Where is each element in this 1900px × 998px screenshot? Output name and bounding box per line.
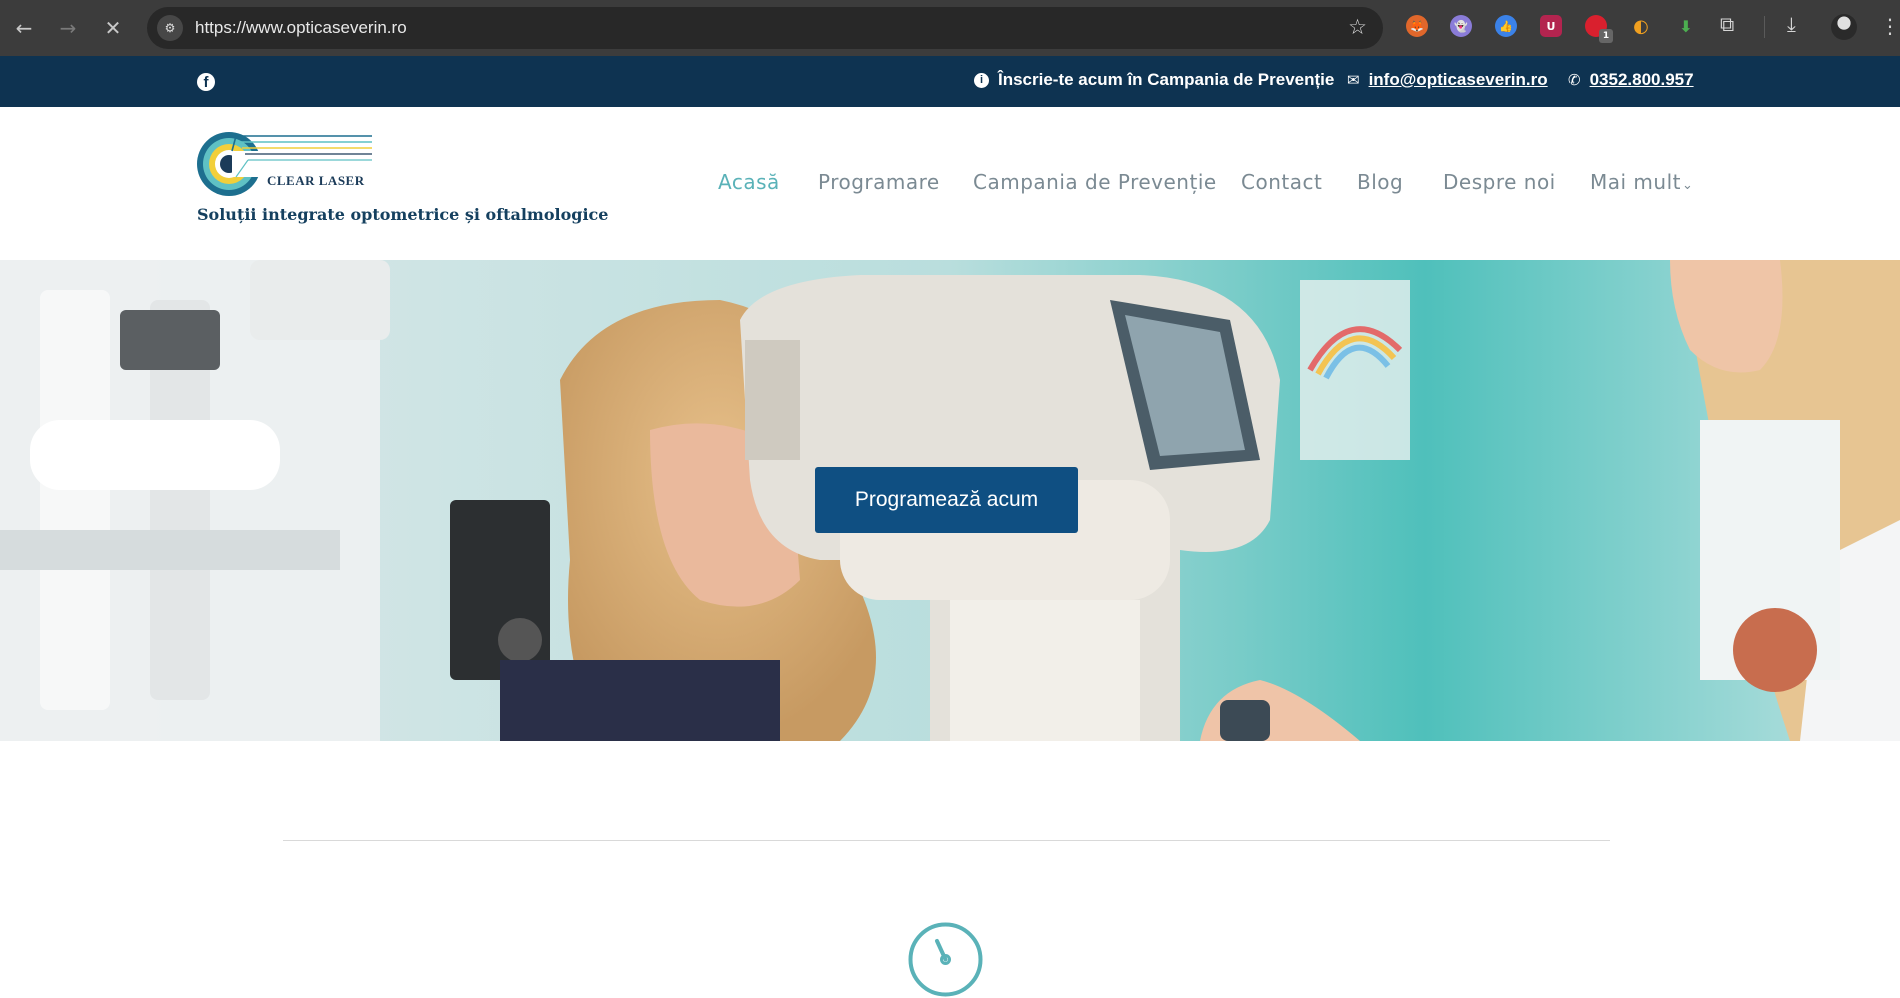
extension-badge: 1	[1599, 29, 1613, 43]
nav-contact[interactable]: Contact	[1241, 170, 1322, 194]
nav-booking[interactable]: Programare	[818, 170, 940, 194]
book-now-button[interactable]: Programează acum	[815, 467, 1078, 533]
nav-more-label[interactable]: Mai mult	[1590, 170, 1681, 194]
profile-avatar[interactable]	[1831, 14, 1857, 40]
clock-icon	[908, 922, 983, 997]
thumbs-up-extension-icon[interactable]: 👍	[1495, 15, 1517, 37]
nav-campaign[interactable]: Campania de Prevenție	[973, 170, 1217, 194]
facebook-icon[interactable]: f	[197, 73, 215, 91]
fox-extension-icon[interactable]: 🦊	[1406, 15, 1428, 37]
extensions-puzzle-icon[interactable]: ⧉	[1720, 12, 1734, 36]
shield-extension-icon[interactable]: U	[1540, 15, 1562, 37]
nav-home[interactable]: Acasă	[718, 170, 780, 194]
site-info-icon[interactable]: ⚙	[157, 15, 183, 41]
campaign-link[interactable]: i Înscrie-te acum în Campania de Prevenț…	[974, 70, 1334, 90]
nav-about[interactable]: Despre noi	[1443, 170, 1556, 194]
email-text[interactable]: info@opticaseverin.ro	[1369, 70, 1548, 90]
stop-loading-icon[interactable]: ✕	[95, 10, 131, 46]
nav-blog[interactable]: Blog	[1357, 170, 1403, 194]
mail-icon: ✉	[1347, 71, 1360, 89]
ghost-extension-icon[interactable]: 👻	[1450, 15, 1472, 37]
bookmark-star-icon[interactable]: ☆	[1348, 15, 1367, 39]
browser-menu-icon[interactable]: ⋮	[1880, 14, 1900, 38]
phone-icon: ✆	[1568, 71, 1581, 89]
info-icon: i	[974, 72, 989, 88]
chevron-down-icon: ⌄	[1681, 178, 1694, 193]
section-divider	[283, 840, 1610, 841]
logo-wordmark: CLEAR LASER	[267, 173, 365, 188]
phone-link[interactable]: ✆ 0352.800.957	[1568, 70, 1694, 90]
site-header: CLEAR LASER Soluții integrate optometric…	[0, 107, 1900, 260]
top-info-bar: f i Înscrie-te acum în Campania de Preve…	[0, 56, 1900, 107]
crescent-extension-icon[interactable]: ◐	[1630, 15, 1652, 37]
phone-text[interactable]: 0352.800.957	[1590, 70, 1694, 90]
url-text[interactable]: https://www.opticaseverin.ro	[195, 18, 407, 38]
red-extension-icon[interactable]: 1	[1585, 15, 1613, 43]
back-arrow-icon[interactable]: ←	[6, 10, 42, 46]
browser-toolbar: ← → ✕ ⚙ https://www.opticaseverin.ro ☆ 🦊…	[0, 0, 1900, 56]
email-link[interactable]: ✉ info@opticaseverin.ro	[1347, 70, 1548, 90]
toolbar-separator	[1764, 16, 1765, 38]
address-bar[interactable]: ⚙ https://www.opticaseverin.ro ☆	[147, 7, 1383, 49]
downloads-icon[interactable]: ⤓	[1787, 12, 1796, 36]
green-download-extension-icon[interactable]: ⬇	[1675, 15, 1697, 37]
nav-more[interactable]: Mai mult⌄	[1590, 170, 1693, 194]
campaign-text[interactable]: Înscrie-te acum în Campania de Prevenție	[998, 70, 1334, 90]
site-tagline: Soluții integrate optometrice și oftalmo…	[197, 205, 609, 224]
forward-arrow-icon[interactable]: →	[50, 10, 86, 46]
